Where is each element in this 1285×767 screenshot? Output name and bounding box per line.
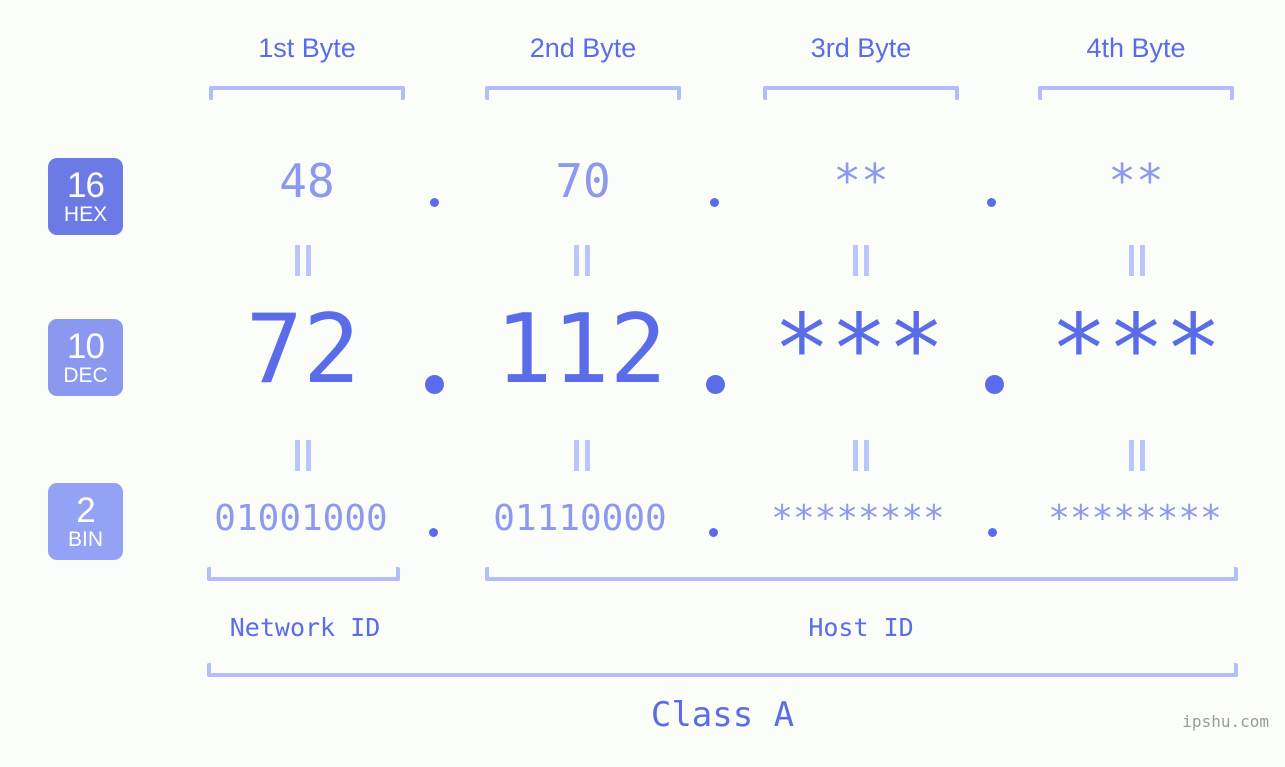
network-id-bracket [207, 567, 400, 581]
dec-value-byte-2: 112 [495, 295, 667, 405]
host-id-label: Host ID [808, 613, 914, 642]
class-label: Class A [650, 695, 795, 735]
hex-value-byte-2: 70 [555, 154, 611, 208]
byte-header-2: 2nd Byte [529, 33, 637, 63]
bin-separator-dot-3 [988, 528, 997, 537]
byte-bracket-4 [1038, 86, 1234, 100]
byte-header-4: 4th Byte [1086, 33, 1186, 63]
hex-value-byte-4: ** [1108, 154, 1164, 208]
equals-mark-hex-dec-2 [572, 245, 592, 276]
equals-mark-dec-bin-3 [851, 440, 871, 471]
dec-separator-dot-1 [425, 375, 444, 394]
base-badge-hex-number: 16 [67, 166, 105, 205]
base-badge-hex: 16 HEX [48, 158, 123, 235]
equals-mark-dec-bin-2 [572, 440, 592, 471]
equals-mark-dec-bin-1 [293, 440, 313, 471]
byte-bracket-1 [209, 86, 405, 100]
hex-value-byte-1: 48 [279, 154, 335, 208]
dec-value-byte-4: *** [1050, 295, 1222, 405]
dec-value-byte-1: 72 [245, 295, 361, 405]
byte-bracket-3 [763, 86, 959, 100]
dec-separator-dot-3 [985, 375, 1004, 394]
bin-value-byte-1: 01001000 [214, 498, 388, 539]
base-badge-dec: 10 DEC [48, 319, 123, 396]
byte-header-3: 3rd Byte [810, 33, 912, 63]
bin-separator-dot-1 [429, 528, 438, 537]
base-badge-hex-abbr: HEX [63, 203, 108, 226]
network-id-label: Network ID [229, 613, 381, 642]
equals-mark-hex-dec-3 [851, 245, 871, 276]
base-badge-bin: 2 BIN [48, 483, 123, 560]
equals-mark-hex-dec-1 [293, 245, 313, 276]
dec-value-byte-3: *** [773, 295, 945, 405]
hex-separator-dot-3 [987, 198, 996, 207]
ip-address-breakdown-diagram: 1st Byte 2nd Byte 3rd Byte 4th Byte 16 H… [0, 0, 1285, 767]
base-badge-dec-number: 10 [67, 327, 105, 366]
site-watermark: ipshu.com [1182, 712, 1269, 731]
host-id-bracket [485, 567, 1238, 581]
byte-bracket-2 [485, 86, 681, 100]
byte-header-1: 1st Byte [258, 33, 356, 63]
class-bracket [207, 663, 1238, 677]
hex-separator-dot-1 [430, 198, 439, 207]
dec-separator-dot-2 [706, 375, 725, 394]
bin-value-byte-3: ******** [771, 498, 945, 539]
hex-separator-dot-2 [710, 198, 719, 207]
equals-mark-dec-bin-4 [1127, 440, 1147, 471]
equals-mark-hex-dec-4 [1127, 245, 1147, 276]
base-badge-bin-number: 2 [76, 491, 95, 530]
base-badge-bin-abbr: BIN [67, 528, 103, 551]
hex-value-byte-3: ** [833, 154, 889, 208]
base-badge-dec-abbr: DEC [63, 364, 108, 387]
bin-separator-dot-2 [709, 528, 718, 537]
bin-value-byte-2: 01110000 [493, 498, 667, 539]
bin-value-byte-4: ******** [1048, 498, 1222, 539]
